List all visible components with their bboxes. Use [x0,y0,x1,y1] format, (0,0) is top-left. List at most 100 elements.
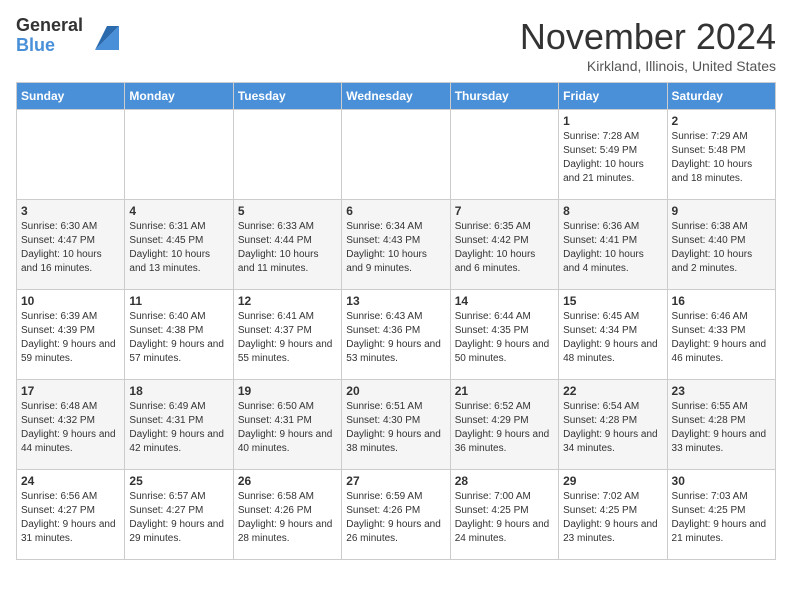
day-info: Sunrise: 6:46 AM Sunset: 4:33 PM Dayligh… [672,310,771,366]
day-number: 5 [238,204,337,218]
header: General Blue November 2024 Kirkland, Ill… [16,16,776,74]
table-cell: 8Sunrise: 6:36 AM Sunset: 4:41 PM Daylig… [559,200,667,290]
day-number: 7 [455,204,554,218]
table-cell: 7 Sunrise: 6:35 AM Sunset: 4:42 PM Daylig… [450,200,558,290]
table-cell: 15 Sunrise: 6:45 AM Sunset: 4:34 PM Dayli… [559,290,667,380]
weekday-header-row: Sunday Monday Tuesday Wednesday Thursday… [17,83,776,110]
day-number: 17 [21,384,120,398]
day-number: 25 [129,474,228,488]
table-cell: 18Sunrise: 6:49 AM Sunset: 4:31 PM Dayli… [125,380,233,470]
day-number: 26 [238,474,337,488]
day-number: 1 [563,114,662,128]
table-cell: 17 Sunrise: 6:48 AM Sunset: 4:32 PM Dayli… [17,380,125,470]
table-cell: 19Sunrise: 6:50 AM Sunset: 4:31 PM Dayli… [233,380,341,470]
day-info: Sunrise: 6:35 AM Sunset: 4:42 PM Dayligh… [455,220,554,276]
table-cell: 29 Sunrise: 7:02 AM Sunset: 4:25 PM Dayli… [559,470,667,560]
week-row-5: 24 Sunrise: 6:56 AM Sunset: 4:27 PM Dayli… [17,470,776,560]
day-info: Sunrise: 7:29 AM Sunset: 5:48 PM Dayligh… [672,130,771,186]
day-info: Sunrise: 6:58 AM Sunset: 4:26 PM Dayligh… [238,490,337,546]
day-info: Sunrise: 6:54 AM Sunset: 4:28 PM Dayligh… [563,400,662,456]
day-info: Sunrise: 6:40 AM Sunset: 4:38 PM Dayligh… [129,310,228,366]
week-row-3: 10Sunrise: 6:39 AM Sunset: 4:39 PM Dayli… [17,290,776,380]
day-number: 27 [346,474,445,488]
table-cell [450,110,558,200]
table-cell: 12Sunrise: 6:41 AM Sunset: 4:37 PM Dayli… [233,290,341,380]
table-cell [233,110,341,200]
table-cell [125,110,233,200]
table-cell: 13 Sunrise: 6:43 AM Sunset: 4:36 PM Dayli… [342,290,450,380]
table-cell: 10Sunrise: 6:39 AM Sunset: 4:39 PM Dayli… [17,290,125,380]
table-cell: 28 Sunrise: 7:00 AM Sunset: 4:25 PM Dayli… [450,470,558,560]
header-monday: Monday [125,83,233,110]
table-cell: 6Sunrise: 6:34 AM Sunset: 4:43 PM Daylig… [342,200,450,290]
header-wednesday: Wednesday [342,83,450,110]
day-number: 29 [563,474,662,488]
logo-text: General Blue [16,16,83,56]
day-number: 14 [455,294,554,308]
day-number: 8 [563,204,662,218]
day-number: 13 [346,294,445,308]
day-number: 16 [672,294,771,308]
week-row-4: 17 Sunrise: 6:48 AM Sunset: 4:32 PM Dayli… [17,380,776,470]
table-cell: 27 Sunrise: 6:59 AM Sunset: 4:26 PM Dayli… [342,470,450,560]
day-number: 12 [238,294,337,308]
day-info: Sunrise: 6:30 AM Sunset: 4:47 PM Dayligh… [21,220,120,276]
day-number: 2 [672,114,771,128]
day-info: Sunrise: 7:28 AM Sunset: 5:49 PM Dayligh… [563,130,662,186]
day-number: 15 [563,294,662,308]
day-info: Sunrise: 6:51 AM Sunset: 4:30 PM Dayligh… [346,400,445,456]
day-info: Sunrise: 6:43 AM Sunset: 4:36 PM Dayligh… [346,310,445,366]
table-cell [17,110,125,200]
day-number: 28 [455,474,554,488]
table-cell: 11 Sunrise: 6:40 AM Sunset: 4:38 PM Dayli… [125,290,233,380]
day-info: Sunrise: 6:56 AM Sunset: 4:27 PM Dayligh… [21,490,120,546]
day-info: Sunrise: 6:55 AM Sunset: 4:28 PM Dayligh… [672,400,771,456]
day-info: Sunrise: 7:00 AM Sunset: 4:25 PM Dayligh… [455,490,554,546]
day-info: Sunrise: 6:48 AM Sunset: 4:32 PM Dayligh… [21,400,120,456]
table-cell: 30 Sunrise: 7:03 AM Sunset: 4:25 PM Dayli… [667,470,775,560]
day-info: Sunrise: 6:38 AM Sunset: 4:40 PM Dayligh… [672,220,771,276]
header-tuesday: Tuesday [233,83,341,110]
day-number: 18 [129,384,228,398]
day-info: Sunrise: 7:02 AM Sunset: 4:25 PM Dayligh… [563,490,662,546]
day-number: 24 [21,474,120,488]
day-number: 21 [455,384,554,398]
day-number: 6 [346,204,445,218]
table-cell: 23 Sunrise: 6:55 AM Sunset: 4:28 PM Dayli… [667,380,775,470]
day-number: 9 [672,204,771,218]
day-number: 20 [346,384,445,398]
day-info: Sunrise: 6:44 AM Sunset: 4:35 PM Dayligh… [455,310,554,366]
week-row-2: 3 Sunrise: 6:30 AM Sunset: 4:47 PM Daylig… [17,200,776,290]
logo-blue: Blue [16,36,83,56]
page-container: General Blue November 2024 Kirkland, Ill… [0,0,792,576]
table-cell: 16 Sunrise: 6:46 AM Sunset: 4:33 PM Dayli… [667,290,775,380]
table-cell: 4 Sunrise: 6:31 AM Sunset: 4:45 PM Daylig… [125,200,233,290]
table-cell: 1 Sunrise: 7:28 AM Sunset: 5:49 PM Daylig… [559,110,667,200]
table-cell: 26 Sunrise: 6:58 AM Sunset: 4:26 PM Dayli… [233,470,341,560]
header-saturday: Saturday [667,83,775,110]
day-info: Sunrise: 6:45 AM Sunset: 4:34 PM Dayligh… [563,310,662,366]
title-block: November 2024 Kirkland, Illinois, United… [520,16,776,74]
day-number: 3 [21,204,120,218]
table-cell: 5 Sunrise: 6:33 AM Sunset: 4:44 PM Daylig… [233,200,341,290]
logo-icon [87,22,119,50]
day-info: Sunrise: 6:59 AM Sunset: 4:26 PM Dayligh… [346,490,445,546]
day-number: 11 [129,294,228,308]
day-info: Sunrise: 6:39 AM Sunset: 4:39 PM Dayligh… [21,310,120,366]
day-info: Sunrise: 7:03 AM Sunset: 4:25 PM Dayligh… [672,490,771,546]
day-info: Sunrise: 6:31 AM Sunset: 4:45 PM Dayligh… [129,220,228,276]
logo-general: General [16,16,83,36]
day-number: 30 [672,474,771,488]
header-thursday: Thursday [450,83,558,110]
header-friday: Friday [559,83,667,110]
logo: General Blue [16,16,119,56]
table-cell: 9 Sunrise: 6:38 AM Sunset: 4:40 PM Daylig… [667,200,775,290]
table-cell: 22Sunrise: 6:54 AM Sunset: 4:28 PM Dayli… [559,380,667,470]
day-number: 23 [672,384,771,398]
day-number: 4 [129,204,228,218]
table-cell: 20 Sunrise: 6:51 AM Sunset: 4:30 PM Dayli… [342,380,450,470]
day-number: 19 [238,384,337,398]
day-info: Sunrise: 6:33 AM Sunset: 4:44 PM Dayligh… [238,220,337,276]
calendar-table: Sunday Monday Tuesday Wednesday Thursday… [16,82,776,560]
day-info: Sunrise: 6:52 AM Sunset: 4:29 PM Dayligh… [455,400,554,456]
